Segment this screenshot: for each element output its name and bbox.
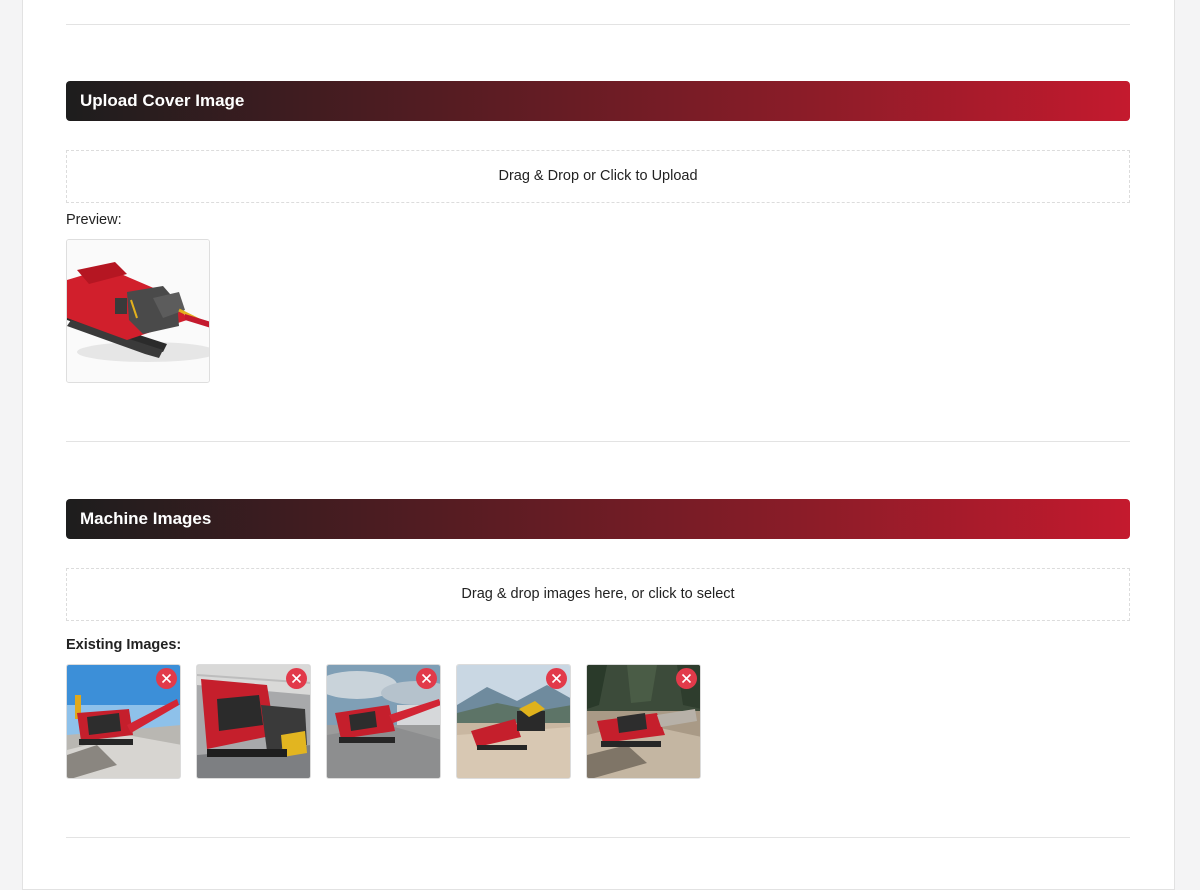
machine-section-header: Machine Images: [66, 499, 1130, 539]
divider: [66, 441, 1130, 442]
remove-image-button[interactable]: [416, 668, 437, 689]
divider: [66, 24, 1130, 25]
close-icon: [551, 673, 562, 684]
remove-image-button[interactable]: [156, 668, 177, 689]
machine-image-thumb: [196, 664, 311, 779]
cover-dropzone[interactable]: Drag & Drop or Click to Upload: [66, 150, 1130, 203]
machine-image-thumb: [326, 664, 441, 779]
close-icon: [291, 673, 302, 684]
machine-image-thumb: [586, 664, 701, 779]
machine-section-title: Machine Images: [80, 509, 212, 528]
close-icon: [161, 673, 172, 684]
close-icon: [681, 673, 692, 684]
machine-image-thumb: [66, 664, 181, 779]
divider: [66, 837, 1130, 838]
cover-section-header: Upload Cover Image: [66, 81, 1130, 121]
preview-label: Preview:: [66, 212, 122, 228]
cover-section-title: Upload Cover Image: [80, 91, 245, 110]
machine-images-dropzone[interactable]: Drag & drop images here, or click to sel…: [66, 568, 1130, 621]
machine-image-thumb: [456, 664, 571, 779]
remove-image-button[interactable]: [676, 668, 697, 689]
cover-preview-image: [66, 239, 210, 383]
close-icon: [421, 673, 432, 684]
existing-images-label: Existing Images:: [66, 637, 182, 653]
remove-image-button[interactable]: [546, 668, 567, 689]
remove-image-button[interactable]: [286, 668, 307, 689]
